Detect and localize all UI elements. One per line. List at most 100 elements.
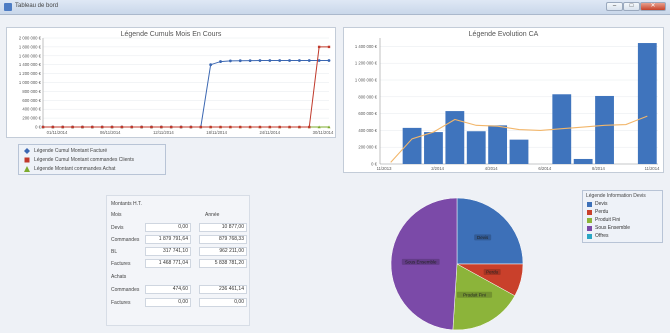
data-point — [307, 59, 311, 62]
slice-label: Perdu — [486, 270, 499, 275]
month-value-field[interactable]: 474,60 — [145, 285, 191, 294]
summary-row-commandes: Commandes 1 879 791,64 879 768,33 — [111, 234, 249, 245]
data-point — [288, 125, 291, 129]
close-button[interactable]: ✕ — [640, 2, 666, 11]
y-tick-label: 1 000 000 € — [355, 78, 378, 83]
year-value-field[interactable]: 236 461,14 — [199, 285, 247, 294]
legend-swatch — [587, 226, 592, 231]
bar — [488, 125, 508, 164]
data-point — [140, 125, 143, 129]
data-point — [238, 59, 242, 63]
year-value-field[interactable]: 10 877,00 — [199, 223, 247, 232]
y-tick-label: 2 000 000 € — [19, 36, 42, 41]
dashboard-window: Tableau de bord – □ ✕ Légende Cumuls Moi… — [0, 0, 670, 333]
data-point — [317, 45, 321, 49]
x-tick-label: 8/2014 — [592, 166, 605, 171]
month-value-field[interactable]: 0,00 — [145, 298, 191, 307]
summary-row-achat-factures: Factures 0,00 0,00 — [111, 297, 249, 308]
row-label: BL — [111, 249, 118, 255]
data-point — [278, 59, 282, 62]
y-tick-label: 0 € — [35, 125, 41, 130]
row-label: Factures — [111, 261, 131, 267]
summary-row-achat-commandes: Commandes 474,60 236 461,14 — [111, 284, 249, 295]
legend-title: Légende Information Devis — [586, 193, 646, 199]
data-point — [189, 125, 193, 129]
title-bar[interactable]: Tableau de bord – □ ✕ — [0, 0, 670, 15]
bar — [509, 139, 529, 164]
data-point — [219, 125, 222, 129]
legend-label: Légende Montant commandes Achat — [34, 166, 116, 172]
cumuls-legend: Légende Cumul Montant Facturé Légende Cu… — [18, 144, 166, 175]
month-value-field[interactable]: 317 741,10 — [145, 247, 191, 256]
data-point — [258, 125, 262, 129]
diamond-marker-icon — [24, 148, 30, 154]
data-point — [81, 125, 84, 129]
column-header-mois: Mois — [111, 212, 122, 218]
data-point — [327, 45, 331, 49]
bar — [466, 131, 486, 164]
y-tick-label: 1 600 000 € — [19, 53, 42, 58]
y-tick-label: 800 000 € — [22, 89, 41, 94]
y-tick-label: 1 400 000 € — [355, 44, 378, 49]
x-tick-label: 11/2013 — [377, 166, 392, 171]
y-tick-label: 1 200 000 € — [19, 71, 42, 76]
legend-swatch — [587, 210, 592, 215]
data-point — [199, 125, 202, 129]
data-point — [268, 59, 272, 62]
square-marker-icon — [24, 157, 30, 163]
y-tick-label: 400 000 € — [358, 128, 377, 133]
summary-row-devis: Devis 0,00 10 877,00 — [111, 222, 249, 233]
y-tick-label: 1 800 000 € — [19, 44, 42, 49]
data-point — [91, 125, 94, 129]
row-label: Commandes — [111, 287, 140, 293]
x-tick-label: 18/11/2014 — [206, 130, 227, 135]
row-label: Devis — [111, 225, 124, 231]
legend-swatch — [587, 218, 592, 223]
month-value-field[interactable]: 1 468 771,04 — [145, 259, 191, 268]
y-tick-label: 200 000 € — [22, 116, 41, 121]
data-point — [130, 125, 133, 129]
year-value-field[interactable]: 0,00 — [199, 298, 247, 307]
x-tick-label: 12/11/2014 — [153, 130, 174, 135]
data-point — [327, 59, 331, 62]
data-point — [298, 59, 301, 62]
bar — [573, 158, 593, 164]
y-tick-label: 600 000 € — [22, 98, 41, 103]
x-tick-label: 11/2014 — [645, 166, 660, 171]
data-point — [170, 125, 173, 129]
data-point — [248, 59, 252, 63]
year-value-field[interactable]: 962 211,00 — [199, 247, 247, 256]
section-achats-label: Achats — [111, 274, 127, 280]
data-point — [71, 125, 74, 129]
series-line — [43, 46, 329, 128]
legend-label: Perdu — [595, 209, 609, 215]
data-point — [219, 60, 222, 63]
month-value-field[interactable]: 1 879 791,64 — [145, 235, 191, 244]
data-point — [229, 125, 232, 129]
data-point — [317, 59, 321, 62]
x-tick-label: 2/2014 — [431, 166, 444, 171]
data-point — [228, 59, 232, 63]
y-tick-label: 600 000 € — [358, 111, 377, 116]
cumuls-line-chart-panel: Légende Cumuls Mois En Cours 2 000 000 €… — [6, 27, 336, 138]
x-tick-label: 01/11/2014 — [47, 130, 68, 135]
legend-label: Légende Cumul Montant commandes Clients — [34, 157, 135, 163]
data-point — [41, 125, 45, 129]
maximize-button[interactable]: □ — [623, 2, 640, 11]
minimize-button[interactable]: – — [606, 2, 623, 11]
x-tick-label: 06/11/2014 — [100, 130, 121, 135]
app-icon — [4, 3, 12, 11]
data-point — [61, 125, 64, 129]
data-point — [258, 59, 262, 62]
year-value-field[interactable]: 879 768,33 — [199, 235, 247, 244]
evolution-ca-chart: 1 400 000 € 1 200 000 € 1 000 000 € 800 000… — [355, 38, 660, 171]
month-value-field[interactable]: 0,00 — [145, 223, 191, 232]
row-label: Factures — [111, 300, 131, 306]
bar — [424, 132, 443, 164]
data-point — [150, 125, 153, 129]
cumuls-line-chart: 2 000 000 € 1 800 000 € 1 600 000 € 1 400 0… — [19, 36, 334, 136]
slice-label: Devis — [477, 235, 489, 240]
data-point — [248, 125, 252, 129]
pie-slice — [456, 197, 524, 265]
year-value-field[interactable]: 5 838 781,20 — [199, 259, 247, 268]
